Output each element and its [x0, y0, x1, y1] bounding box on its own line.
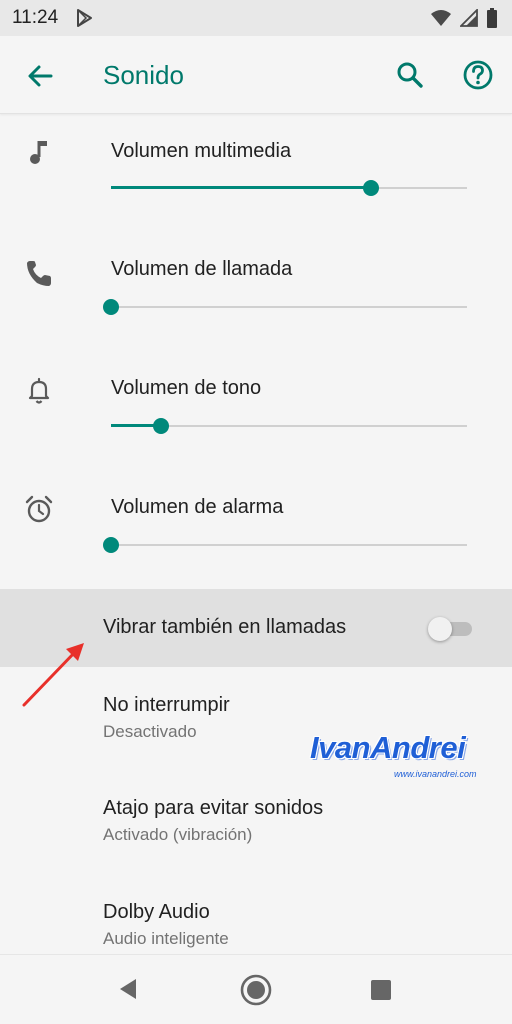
watermark-url: www.ivanandrei.com: [394, 769, 477, 779]
annotation-arrow-icon: [22, 643, 84, 707]
volume-slider-call[interactable]: [103, 298, 467, 316]
nav-recents-icon[interactable]: [370, 979, 392, 1001]
slider-track: [111, 544, 467, 546]
pref-title: Dolby Audio: [103, 901, 210, 923]
volume-row-call: Volumen de llamada: [0, 246, 512, 364]
status-bar: 11:24: [0, 0, 512, 36]
help-icon[interactable]: [461, 58, 495, 92]
volume-label: Volumen multimedia: [111, 140, 292, 162]
slider-fill: [111, 186, 371, 189]
vibrate-toggle[interactable]: [428, 616, 474, 642]
slider-thumb[interactable]: [152, 418, 169, 434]
volume-row-alarm: Volumen de alarma: [0, 484, 512, 602]
signal-icon: [460, 9, 478, 27]
pref-dolby-audio[interactable]: Dolby Audio Audio inteligente: [103, 898, 483, 952]
search-icon[interactable]: [393, 58, 427, 92]
slider-track: [111, 306, 467, 308]
pref-title: No interrumpir: [103, 694, 230, 716]
volume-row-ring: Volumen de tono: [0, 365, 512, 483]
system-nav-bar: [0, 954, 512, 1024]
slider-thumb[interactable]: [103, 537, 119, 553]
music-note-icon: [30, 141, 47, 164]
watermark-logo: IvanAndrei www.ivanandrei.com: [310, 730, 486, 784]
settings-list: Volumen multimedia Volumen de llamada Vo…: [0, 114, 512, 954]
toggle-thumb: [428, 617, 452, 641]
nav-back-icon[interactable]: [116, 977, 140, 1001]
bell-icon: [28, 377, 50, 404]
back-arrow-icon[interactable]: [24, 60, 56, 92]
volume-slider-alarm[interactable]: [103, 536, 467, 554]
page-title: Sonido: [103, 60, 184, 90]
nav-home-icon[interactable]: [239, 973, 273, 1007]
pref-summary: Audio inteligente: [103, 929, 229, 948]
volume-label: Volumen de tono: [111, 377, 262, 399]
volume-slider-ring[interactable]: [111, 417, 467, 435]
pref-title: Atajo para evitar sonidos: [103, 797, 324, 819]
wifi-icon: [431, 10, 451, 26]
volume-row-media: Volumen multimedia: [0, 128, 512, 246]
volume-label: Volumen de llamada: [111, 258, 293, 280]
watermark-brand: IvanAndrei: [310, 730, 466, 765]
slider-thumb[interactable]: [362, 180, 379, 196]
phone-icon: [27, 261, 51, 286]
volume-label: Volumen de alarma: [111, 496, 284, 518]
vibrate-label: Vibrar también en llamadas: [103, 616, 347, 638]
volume-slider-media[interactable]: [111, 179, 467, 197]
battery-icon: [487, 8, 497, 28]
pref-mute-shortcut[interactable]: Atajo para evitar sonidos Activado (vibr…: [103, 794, 483, 848]
status-time: 11:24: [12, 7, 59, 28]
play-store-icon: [77, 9, 92, 27]
pref-summary: Activado (vibración): [103, 825, 253, 844]
status-icons: [430, 8, 498, 28]
slider-thumb[interactable]: [103, 299, 119, 315]
alarm-clock-icon: [25, 495, 53, 523]
app-bar: Sonido: [0, 36, 512, 114]
